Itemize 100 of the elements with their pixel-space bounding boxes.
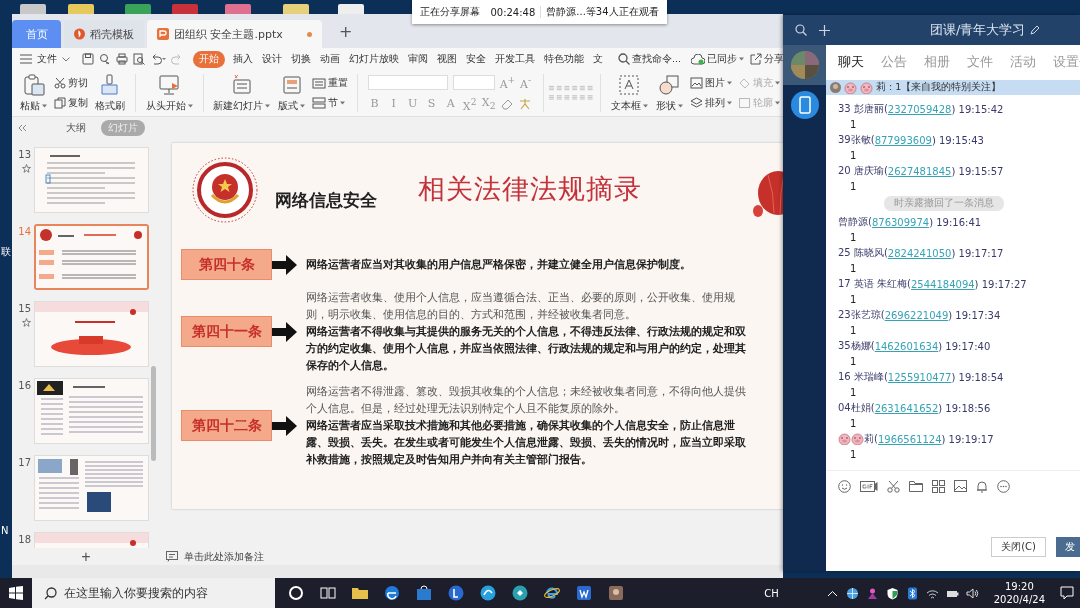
ribbon-tab[interactable]: 文 — [592, 50, 604, 68]
notes-icon — [166, 551, 178, 562]
app-icon[interactable] — [447, 584, 465, 602]
message-text: 1 — [849, 386, 858, 400]
share-button[interactable]: 分享 — [750, 52, 783, 66]
collapse-icon[interactable] — [18, 124, 27, 132]
app-icon[interactable] — [607, 584, 625, 602]
section-button[interactable]: 节 — [312, 96, 349, 110]
layout-button[interactable]: 版式 — [274, 70, 310, 116]
clock-date[interactable]: 2020/4/24 — [993, 593, 1045, 606]
arrange-button[interactable]: 排列 — [689, 96, 732, 110]
template-tab[interactable]: 稻壳模板 — [64, 20, 144, 48]
apps-icon[interactable] — [932, 479, 945, 493]
shape-button[interactable]: 形状 — [651, 70, 687, 116]
input-method-indicator[interactable]: CH — [764, 587, 779, 599]
chat-tab[interactable]: 聊天 — [838, 54, 864, 71]
volume-icon[interactable] — [965, 586, 979, 600]
document-app-icon[interactable] — [575, 584, 593, 602]
new-slide-button[interactable]: 新建幻灯片 — [209, 70, 275, 116]
scissors-icon[interactable] — [887, 479, 900, 493]
send-button[interactable]: 发 — [1056, 537, 1080, 557]
picture-button[interactable]: 图片 — [689, 76, 732, 90]
bluetooth-icon[interactable] — [905, 586, 919, 600]
ribbon-tab[interactable]: 幻灯片放映 — [348, 50, 400, 68]
reset-button[interactable]: 重置 — [312, 76, 349, 90]
store-icon[interactable] — [415, 584, 433, 602]
pane-tab[interactable]: 大纲 — [59, 120, 93, 136]
ribbon-tab[interactable]: 设计 — [261, 50, 283, 68]
presentation-file-icon — [157, 28, 169, 40]
search-field[interactable]: 在这里输入你要搜索的内容 — [32, 578, 275, 608]
caret-icon — [726, 81, 732, 85]
new-slide-icon — [230, 73, 253, 96]
slide-thumbnail[interactable] — [34, 224, 149, 290]
format-painter-button[interactable]: 格式刷 — [91, 70, 129, 116]
caret-icon — [642, 103, 648, 108]
save-icon[interactable] — [82, 53, 94, 65]
phone-icon[interactable] — [790, 91, 819, 119]
globe-icon[interactable] — [845, 586, 859, 600]
brush-icon — [99, 73, 121, 96]
close-button[interactable]: 关闭(C) — [991, 537, 1046, 557]
plus-icon[interactable] — [819, 24, 830, 36]
browser-icon[interactable] — [383, 584, 401, 602]
message-header: 33 彭唐丽(2327059428) 19:15:42 — [838, 102, 1005, 117]
scrollbar-thumb[interactable] — [151, 366, 156, 461]
sync-button[interactable]: 已同步 — [691, 52, 745, 66]
sharing-status: 正在分享屏幕 — [419, 5, 482, 19]
more-icon[interactable] — [997, 479, 1010, 493]
task-view-icon[interactable] — [319, 584, 337, 602]
browser-icon[interactable] — [543, 584, 561, 602]
chat-title: 团课/青年大学习 — [930, 21, 1026, 39]
emoji-icon[interactable] — [838, 479, 851, 493]
command-search[interactable]: 查找命令... — [618, 52, 682, 66]
pinned-message-bar[interactable]: 莉 : 1【来自我的特别关注】 — [826, 80, 1080, 95]
app-icon[interactable] — [511, 584, 529, 602]
text-box-button[interactable]: 文本框 — [606, 70, 652, 116]
new-tab-button[interactable]: + — [325, 21, 367, 41]
scissors-icon — [54, 77, 66, 89]
ribbon-tab[interactable]: 开发工具 — [494, 50, 536, 68]
cloud-check-icon — [691, 53, 706, 65]
edit-icon[interactable] — [1030, 25, 1041, 35]
shield-icon[interactable] — [885, 586, 899, 600]
share-icon — [750, 53, 763, 65]
copy-button[interactable]: 复制 — [54, 96, 88, 110]
search-icon — [618, 53, 630, 65]
font-name-field[interactable] — [367, 74, 448, 90]
play-from-start-button[interactable]: 从头开始 — [141, 70, 197, 116]
slide-number: 18 — [18, 534, 31, 545]
circle-icon[interactable] — [287, 584, 305, 602]
undo-icon[interactable] — [150, 53, 166, 65]
message-header: 曾静源(876309974) 19:16:41 — [838, 215, 983, 230]
ribbon-tab[interactable]: 切换 — [290, 50, 312, 68]
font-size-field[interactable] — [452, 74, 495, 90]
menu-icon — [20, 54, 32, 64]
ribbon-tab[interactable]: 审阅 — [407, 50, 429, 68]
article-label: 第四十一条 — [181, 316, 272, 347]
ribbon-tab[interactable]: 特色功能 — [543, 50, 585, 68]
cut-button[interactable]: 剪切 — [54, 76, 88, 90]
folder-icon[interactable] — [909, 480, 923, 492]
clock-time[interactable]: 19:20 — [1004, 580, 1034, 593]
search-icon[interactable] — [795, 24, 807, 36]
notes-placeholder[interactable]: 单击此处添加备注 — [184, 549, 264, 564]
ribbon-tab[interactable]: 安全 — [465, 50, 487, 68]
gif-icon[interactable] — [860, 480, 878, 492]
add-slide-button[interactable]: + — [12, 547, 160, 566]
document-tab[interactable]: 团组织 安全主题.pptx — [147, 20, 322, 48]
bell-icon[interactable] — [976, 479, 988, 493]
paste-button[interactable]: 粘贴 — [16, 70, 51, 116]
arrow-icon — [272, 415, 298, 436]
ribbon-tab[interactable]: 动画 — [319, 50, 341, 68]
print-preview-icon[interactable] — [133, 53, 145, 65]
print-icon[interactable] — [116, 53, 128, 65]
ribbon-tab[interactable]: 视图 — [436, 50, 458, 68]
eraser-icon[interactable] — [500, 97, 513, 110]
app-icon[interactable] — [479, 584, 497, 602]
file-menu[interactable]: 文件 — [37, 52, 57, 66]
group-avatar-tile[interactable] — [783, 45, 826, 85]
image-icon[interactable] — [954, 480, 967, 492]
ribbon-tab[interactable]: 插入 — [232, 50, 254, 68]
notification-icon[interactable] — [1060, 586, 1074, 600]
article-label: 第四十二条 — [181, 410, 272, 441]
